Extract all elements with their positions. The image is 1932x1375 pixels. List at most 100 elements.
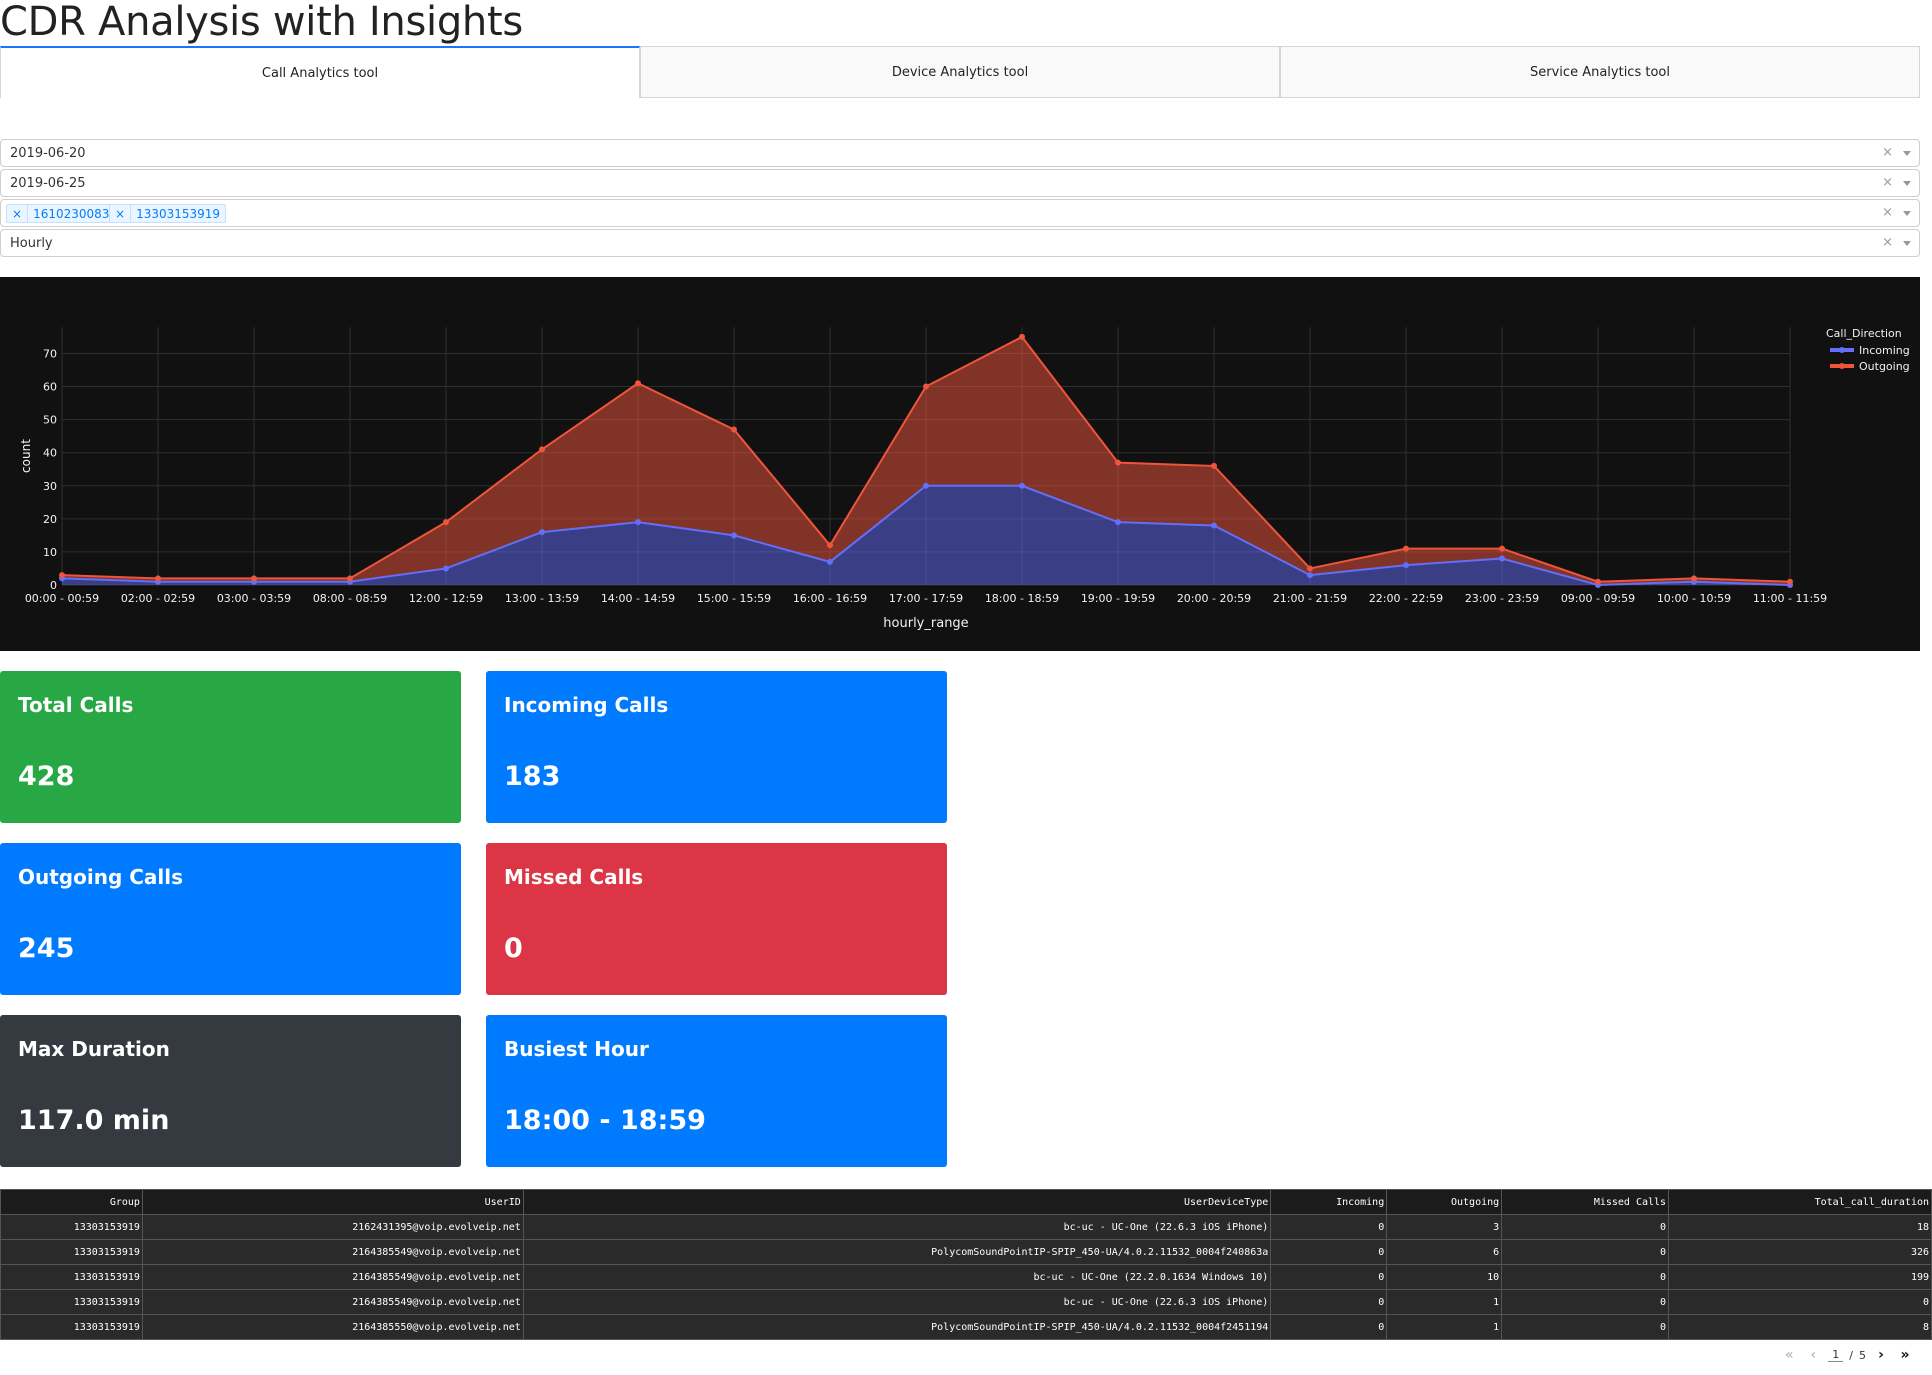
previous-page-button[interactable]: ‹ <box>1804 1346 1822 1364</box>
table-cell[interactable]: 1 <box>1386 1289 1503 1315</box>
table-cell[interactable]: 199 <box>1668 1264 1932 1290</box>
tab-service-analytics[interactable]: Service Analytics tool <box>1280 46 1920 98</box>
table-cell[interactable]: 0 <box>1501 1289 1670 1315</box>
chevron-down-icon[interactable] <box>1903 151 1911 156</box>
outgoing-calls-card: Outgoing Calls 245 <box>0 843 461 995</box>
table-cell[interactable]: 10 <box>1386 1264 1503 1290</box>
table-cell[interactable]: 0 <box>1270 1264 1388 1290</box>
remove-chip-icon[interactable]: × <box>7 205 29 222</box>
table-cell[interactable]: 0 <box>1501 1314 1670 1340</box>
table-cell[interactable]: 18 <box>1668 1214 1932 1240</box>
table-cell[interactable]: 2164385549@voip.evolveip.net <box>141 1264 524 1290</box>
column-header[interactable]: Outgoing <box>1386 1189 1503 1215</box>
table-row: 13303153919 2162431395@voip.evolveip.net… <box>0 1214 1932 1240</box>
table-cell[interactable]: 6 <box>1386 1239 1503 1265</box>
current-page-input[interactable]: 1 <box>1828 1348 1844 1362</box>
card-value: 428 <box>18 761 75 792</box>
incoming-point <box>1211 522 1217 529</box>
column-header[interactable]: Missed Calls <box>1501 1189 1670 1215</box>
first-page-button[interactable]: « <box>1780 1346 1798 1364</box>
start-date-dropdown[interactable]: 2019-06-20 × <box>0 139 1920 167</box>
table-row: 13303153919 2164385549@voip.evolveip.net… <box>0 1239 1932 1265</box>
card-value: 18:00 - 18:59 <box>504 1105 706 1136</box>
table-row: 13303153919 2164385549@voip.evolveip.net… <box>0 1289 1932 1315</box>
tab-call-analytics[interactable]: Call Analytics tool <box>0 46 640 98</box>
column-header[interactable]: Group <box>0 1189 143 1215</box>
legend-title: Call_Direction <box>1826 327 1902 340</box>
table-cell[interactable]: 2164385549@voip.evolveip.net <box>141 1289 524 1315</box>
outgoing-point <box>1595 578 1601 585</box>
card-header: Missed Calls <box>504 865 644 889</box>
outgoing-point <box>731 426 737 433</box>
table-cell[interactable]: 0 <box>1501 1239 1670 1265</box>
table-cell[interactable]: 2164385550@voip.evolveip.net <box>141 1314 524 1340</box>
next-page-button[interactable]: › <box>1872 1346 1890 1364</box>
table-cell[interactable]: 8 <box>1668 1314 1932 1340</box>
pagination: « ‹ 1 / 5 › » <box>1780 1346 1914 1364</box>
table-cell[interactable]: 13303153919 <box>0 1314 143 1340</box>
card-value: 117.0 min <box>18 1105 170 1136</box>
column-header[interactable]: UserID <box>141 1189 524 1215</box>
card-header: Outgoing Calls <box>18 865 184 889</box>
table-row: 13303153919 2164385549@voip.evolveip.net… <box>0 1264 1932 1290</box>
table-cell[interactable]: bc-uc - UC-One (22.2.0.1634 Windows 10) <box>522 1264 1272 1290</box>
group-chip: × 13303153919 <box>109 204 227 223</box>
last-page-button[interactable]: » <box>1896 1346 1914 1364</box>
remove-chip-icon[interactable]: × <box>110 205 132 222</box>
missed-calls-card: Missed Calls 0 <box>486 843 947 995</box>
table-cell[interactable]: 0 <box>1501 1264 1670 1290</box>
table-cell[interactable]: bc-uc - UC-One (22.6.3 iOS iPhone) <box>522 1289 1272 1315</box>
x-tick-label: 23:00 - 23:59 <box>1465 592 1539 605</box>
table-cell[interactable]: PolycomSoundPointIP-SPIP_450-UA/4.0.2.11… <box>522 1239 1272 1265</box>
x-tick-label: 18:00 - 18:59 <box>985 592 1059 605</box>
incoming-point <box>1115 519 1121 526</box>
table-cell[interactable]: 0 <box>1668 1289 1932 1315</box>
tab-device-analytics[interactable]: Device Analytics tool <box>640 46 1280 98</box>
granularity-dropdown[interactable]: Hourly × <box>0 229 1920 257</box>
outgoing-point <box>251 575 257 582</box>
outgoing-point <box>1403 545 1409 552</box>
max-duration-card: Max Duration 117.0 min <box>0 1015 461 1167</box>
end-date-dropdown[interactable]: 2019-06-25 × <box>0 169 1920 197</box>
y-tick-label: 60 <box>43 381 57 394</box>
table-cell[interactable]: 0 <box>1501 1214 1670 1240</box>
table-cell[interactable]: 13303153919 <box>0 1214 143 1240</box>
table-cell[interactable]: 0 <box>1270 1314 1388 1340</box>
chevron-down-icon[interactable] <box>1903 181 1911 186</box>
clear-icon[interactable]: × <box>1882 175 1893 190</box>
incoming-point <box>827 558 833 565</box>
column-header[interactable]: UserDeviceType <box>522 1189 1272 1215</box>
start-date-value: 2019-06-20 <box>10 146 86 161</box>
column-header[interactable]: Incoming <box>1270 1189 1388 1215</box>
x-tick-label: 21:00 - 21:59 <box>1273 592 1347 605</box>
table-cell[interactable]: 0 <box>1270 1239 1388 1265</box>
column-header[interactable]: Total_call_duration <box>1668 1189 1932 1215</box>
table-cell[interactable]: 0 <box>1270 1214 1388 1240</box>
table-cell[interactable]: bc-uc - UC-One (22.6.3 iOS iPhone) <box>522 1214 1272 1240</box>
x-axis-title: hourly_range <box>883 616 968 631</box>
table-cell[interactable]: 0 <box>1270 1289 1388 1315</box>
total-calls-card: Total Calls 428 <box>0 671 461 823</box>
legend-marker <box>1839 363 1845 369</box>
clear-icon[interactable]: × <box>1882 205 1893 220</box>
table-cell[interactable]: 1 <box>1386 1314 1503 1340</box>
table-cell[interactable]: 2164385549@voip.evolveip.net <box>141 1239 524 1265</box>
group-chip-label: 13303153919 <box>136 206 221 221</box>
table-cell[interactable]: PolycomSoundPointIP-SPIP_450-UA/4.0.2.11… <box>522 1314 1272 1340</box>
table-cell[interactable]: 13303153919 <box>0 1289 143 1315</box>
clear-icon[interactable]: × <box>1882 145 1893 160</box>
table-cell[interactable]: 3 <box>1386 1214 1503 1240</box>
group-chip-label: 16102300832 <box>33 206 118 221</box>
card-value: 183 <box>504 761 561 792</box>
chevron-down-icon[interactable] <box>1903 241 1911 246</box>
card-value: 0 <box>504 933 523 964</box>
outgoing-point <box>1499 545 1505 552</box>
table-cell[interactable]: 326 <box>1668 1239 1932 1265</box>
group-multiselect[interactable]: × 16102300832 × 13303153919 × <box>0 199 1920 227</box>
chevron-down-icon[interactable] <box>1903 211 1911 216</box>
cdr-data-table: Group UserID UserDeviceType Incoming Out… <box>0 1189 1932 1340</box>
clear-icon[interactable]: × <box>1882 235 1893 250</box>
table-cell[interactable]: 2162431395@voip.evolveip.net <box>141 1214 524 1240</box>
table-cell[interactable]: 13303153919 <box>0 1239 143 1265</box>
table-cell[interactable]: 13303153919 <box>0 1264 143 1290</box>
